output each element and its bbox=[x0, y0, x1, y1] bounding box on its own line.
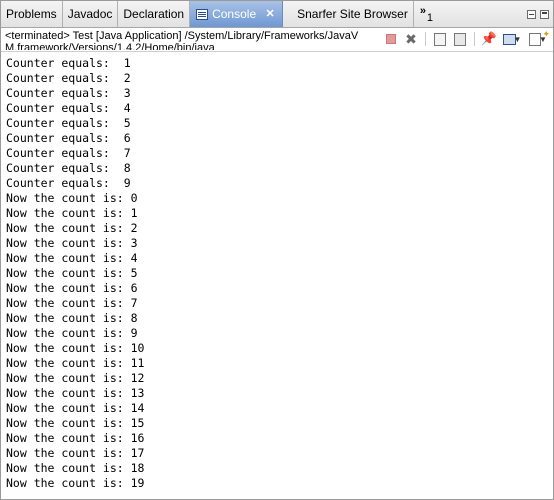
tab-label: Javadoc bbox=[67, 7, 113, 21]
terminate-icon bbox=[386, 34, 396, 44]
output-line: Counter equals: 3 bbox=[6, 86, 131, 100]
output-line: Counter equals: 5 bbox=[6, 116, 131, 130]
output-line: Now the count is: 2 bbox=[6, 221, 138, 235]
close-icon[interactable]: ✕ bbox=[264, 8, 276, 20]
tab-javadoc[interactable]: Javadoc bbox=[63, 1, 119, 27]
output-line: Counter equals: 1 bbox=[6, 56, 131, 70]
toolbar-separator bbox=[425, 32, 426, 46]
scroll-lock-icon bbox=[454, 32, 466, 46]
output-line: Counter equals: 4 bbox=[6, 101, 131, 115]
output-line: Counter equals: 8 bbox=[6, 161, 131, 175]
output-line: Now the count is: 4 bbox=[6, 251, 138, 265]
console-icon bbox=[196, 8, 209, 20]
tab-label: Console bbox=[212, 7, 257, 21]
output-line: Now the count is: 7 bbox=[6, 296, 138, 310]
view-tab-bar: Problems Javadoc Declaration Console ✕ S… bbox=[1, 1, 553, 28]
output-line: Now the count is: 12 bbox=[6, 371, 145, 385]
minimize-icon[interactable] bbox=[527, 9, 536, 19]
toolbar-separator bbox=[474, 32, 475, 46]
maximize-icon[interactable] bbox=[540, 9, 549, 19]
output-line: Now the count is: 15 bbox=[6, 416, 145, 430]
tab-declaration[interactable]: Declaration bbox=[118, 1, 191, 27]
console-toolbar: ✖ 📌 ▼ ✦ ▼ bbox=[383, 29, 550, 48]
output-line: Now the count is: 17 bbox=[6, 446, 145, 460]
remove-launches-button[interactable]: ✖ bbox=[403, 31, 419, 47]
output-line: Now the count is: 16 bbox=[6, 431, 145, 445]
process-description: <terminated> Test [Java Application] /Sy… bbox=[5, 30, 359, 50]
overflow-count: 1 bbox=[426, 12, 433, 24]
pin-console-button[interactable]: 📌 bbox=[481, 31, 497, 47]
open-console-button[interactable]: ✦ ▼ bbox=[527, 29, 550, 47]
output-line: Now the count is: 0 bbox=[6, 191, 138, 205]
tab-label: Snarfer Site Browser bbox=[297, 7, 408, 21]
output-line: Now the count is: 5 bbox=[6, 266, 138, 280]
output-line: Counter equals: 6 bbox=[6, 131, 131, 145]
output-line: Now the count is: 13 bbox=[6, 386, 145, 400]
tab-console[interactable]: Console ✕ bbox=[190, 1, 284, 27]
tab-label: Declaration bbox=[123, 7, 185, 21]
output-line: Now the count is: 14 bbox=[6, 401, 145, 415]
console-output[interactable]: Counter equals: 1 Counter equals: 2 Counte… bbox=[1, 51, 553, 498]
output-line: Counter equals: 7 bbox=[6, 146, 131, 160]
output-line: Now the count is: 9 bbox=[6, 326, 138, 340]
tab-label: Problems bbox=[6, 7, 57, 21]
output-line: Counter equals: 2 bbox=[6, 71, 131, 85]
tab-snarfer-site-browser[interactable]: Snarfer Site Browser bbox=[283, 1, 414, 27]
output-line: Now the count is: 8 bbox=[6, 311, 138, 325]
view-window-controls bbox=[527, 1, 553, 27]
output-line: Now the count is: 19 bbox=[6, 476, 145, 490]
tab-problems[interactable]: Problems bbox=[1, 1, 63, 27]
display-selected-console-button[interactable]: ▼ bbox=[501, 31, 523, 47]
output-line: Now the count is: 11 bbox=[6, 356, 145, 370]
overflow-chevron-icon: » 1 bbox=[419, 5, 433, 24]
output-line: Now the count is: 10 bbox=[6, 341, 145, 355]
output-line: Counter equals: 9 bbox=[6, 176, 131, 190]
console-header: <terminated> Test [Java Application] /Sy… bbox=[1, 28, 553, 50]
output-line: Now the count is: 18 bbox=[6, 461, 145, 475]
output-line: Now the count is: 3 bbox=[6, 236, 138, 250]
clear-console-button[interactable] bbox=[432, 31, 448, 47]
clear-console-icon bbox=[434, 32, 446, 46]
output-line: Now the count is: 1 bbox=[6, 206, 138, 220]
tab-overflow[interactable]: » 1 bbox=[414, 1, 433, 27]
remove-launches-icon: ✖ bbox=[405, 31, 417, 47]
output-lines: Counter equals: 1 Counter equals: 2 Counte… bbox=[6, 56, 144, 491]
terminate-button[interactable] bbox=[383, 31, 399, 47]
dropdown-arrow-icon: ▼ bbox=[513, 34, 522, 44]
console-view: Problems Javadoc Declaration Console ✕ S… bbox=[0, 0, 554, 500]
new-star-icon: ✦ bbox=[542, 29, 550, 39]
output-line: Now the count is: 6 bbox=[6, 281, 138, 295]
scroll-lock-button[interactable] bbox=[452, 31, 468, 47]
pin-console-icon: 📌 bbox=[480, 31, 498, 46]
